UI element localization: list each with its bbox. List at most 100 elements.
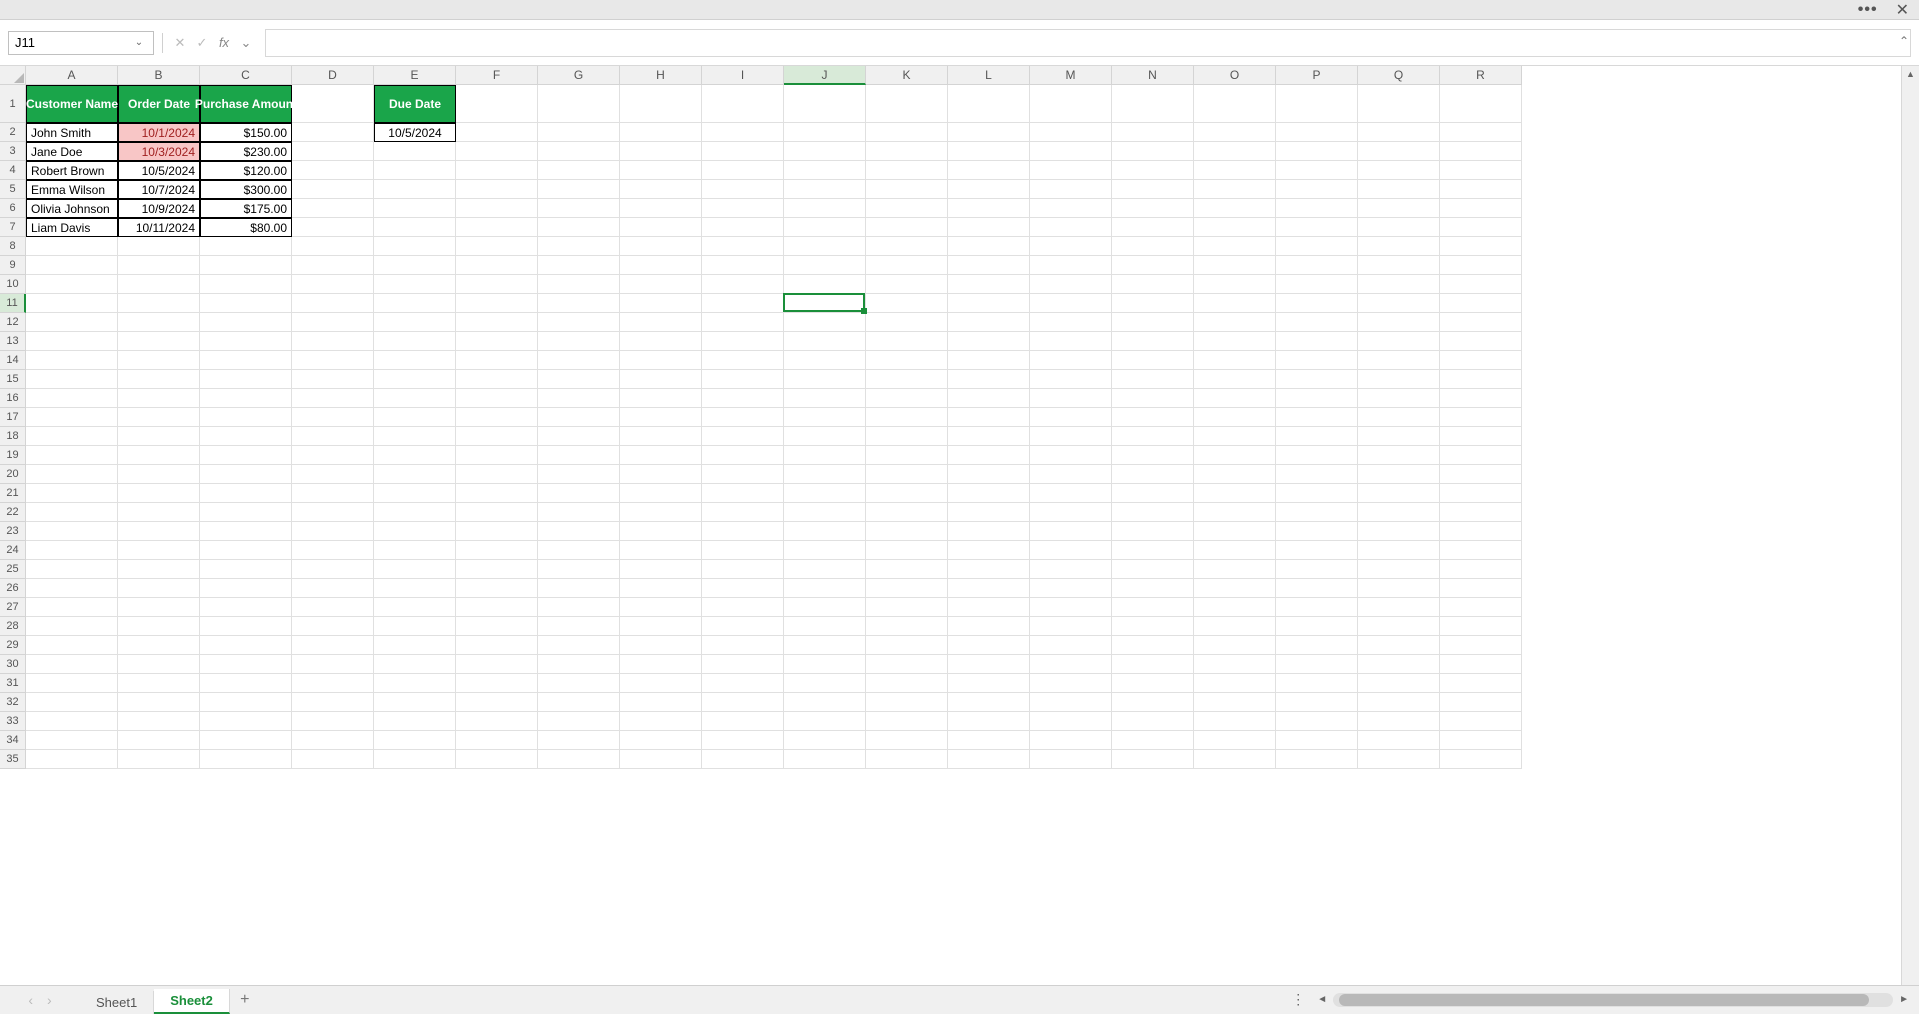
cell-J34[interactable] xyxy=(784,731,866,750)
cell-N16[interactable] xyxy=(1112,389,1194,408)
cell-L28[interactable] xyxy=(948,617,1030,636)
cell-Q19[interactable] xyxy=(1358,446,1440,465)
fx-dropdown-icon[interactable]: ⌄ xyxy=(237,34,255,52)
cell-R30[interactable] xyxy=(1440,655,1522,674)
cell-J20[interactable] xyxy=(784,465,866,484)
cell-R28[interactable] xyxy=(1440,617,1522,636)
cell-K3[interactable] xyxy=(866,142,948,161)
cell-R16[interactable] xyxy=(1440,389,1522,408)
cell-R27[interactable] xyxy=(1440,598,1522,617)
cell-E25[interactable] xyxy=(374,560,456,579)
cell-P34[interactable] xyxy=(1276,731,1358,750)
cell-N6[interactable] xyxy=(1112,199,1194,218)
cell-R12[interactable] xyxy=(1440,313,1522,332)
cell-C13[interactable] xyxy=(200,332,292,351)
column-header-M[interactable]: M xyxy=(1030,66,1112,85)
cell-I33[interactable] xyxy=(702,712,784,731)
cell-O15[interactable] xyxy=(1194,370,1276,389)
cell-D34[interactable] xyxy=(292,731,374,750)
cell-I10[interactable] xyxy=(702,275,784,294)
cell-N34[interactable] xyxy=(1112,731,1194,750)
cell-F26[interactable] xyxy=(456,579,538,598)
cell-O28[interactable] xyxy=(1194,617,1276,636)
cell-E7[interactable] xyxy=(374,218,456,237)
cell-H10[interactable] xyxy=(620,275,702,294)
cell-J1[interactable] xyxy=(784,85,866,123)
cell-N30[interactable] xyxy=(1112,655,1194,674)
cell-K2[interactable] xyxy=(866,123,948,142)
cell-D3[interactable] xyxy=(292,142,374,161)
cell-I34[interactable] xyxy=(702,731,784,750)
cell-H12[interactable] xyxy=(620,313,702,332)
cell-Q5[interactable] xyxy=(1358,180,1440,199)
cell-H14[interactable] xyxy=(620,351,702,370)
cell-N19[interactable] xyxy=(1112,446,1194,465)
cell-K32[interactable] xyxy=(866,693,948,712)
cell-A27[interactable] xyxy=(26,598,118,617)
cell-O26[interactable] xyxy=(1194,579,1276,598)
cell-G10[interactable] xyxy=(538,275,620,294)
cell-D17[interactable] xyxy=(292,408,374,427)
cell-O22[interactable] xyxy=(1194,503,1276,522)
cell-K35[interactable] xyxy=(866,750,948,769)
cell-P20[interactable] xyxy=(1276,465,1358,484)
cell-N4[interactable] xyxy=(1112,161,1194,180)
cell-D8[interactable] xyxy=(292,237,374,256)
cell-B33[interactable] xyxy=(118,712,200,731)
cell-amount-1[interactable]: $230.00 xyxy=(200,142,292,161)
cell-I27[interactable] xyxy=(702,598,784,617)
row-header-20[interactable]: 20 xyxy=(0,465,26,484)
cell-I32[interactable] xyxy=(702,693,784,712)
cell-D25[interactable] xyxy=(292,560,374,579)
cell-R2[interactable] xyxy=(1440,123,1522,142)
name-box[interactable] xyxy=(9,32,129,54)
cell-F25[interactable] xyxy=(456,560,538,579)
cell-L16[interactable] xyxy=(948,389,1030,408)
cell-M9[interactable] xyxy=(1030,256,1112,275)
cell-C17[interactable] xyxy=(200,408,292,427)
cell-K24[interactable] xyxy=(866,541,948,560)
cell-B19[interactable] xyxy=(118,446,200,465)
row-header-29[interactable]: 29 xyxy=(0,636,26,655)
cell-F34[interactable] xyxy=(456,731,538,750)
cell-O27[interactable] xyxy=(1194,598,1276,617)
cell-G20[interactable] xyxy=(538,465,620,484)
cell-M25[interactable] xyxy=(1030,560,1112,579)
cell-N13[interactable] xyxy=(1112,332,1194,351)
cell-M34[interactable] xyxy=(1030,731,1112,750)
cell-amount-3[interactable]: $300.00 xyxy=(200,180,292,199)
row-header-31[interactable]: 31 xyxy=(0,674,26,693)
cell-I29[interactable] xyxy=(702,636,784,655)
select-all-corner[interactable] xyxy=(0,66,26,85)
cell-Q27[interactable] xyxy=(1358,598,1440,617)
cell-L18[interactable] xyxy=(948,427,1030,446)
cell-M20[interactable] xyxy=(1030,465,1112,484)
cell-F19[interactable] xyxy=(456,446,538,465)
cell-M14[interactable] xyxy=(1030,351,1112,370)
cell-J15[interactable] xyxy=(784,370,866,389)
cell-K20[interactable] xyxy=(866,465,948,484)
cell-O5[interactable] xyxy=(1194,180,1276,199)
cell-C16[interactable] xyxy=(200,389,292,408)
cell-E10[interactable] xyxy=(374,275,456,294)
cell-M28[interactable] xyxy=(1030,617,1112,636)
column-header-F[interactable]: F xyxy=(456,66,538,85)
cell-I18[interactable] xyxy=(702,427,784,446)
cell-H30[interactable] xyxy=(620,655,702,674)
cell-I35[interactable] xyxy=(702,750,784,769)
cell-customer-4[interactable]: Olivia Johnson xyxy=(26,199,118,218)
cell-H21[interactable] xyxy=(620,484,702,503)
cell-A19[interactable] xyxy=(26,446,118,465)
column-header-H[interactable]: H xyxy=(620,66,702,85)
cell-P22[interactable] xyxy=(1276,503,1358,522)
cell-N24[interactable] xyxy=(1112,541,1194,560)
cell-P13[interactable] xyxy=(1276,332,1358,351)
cell-G15[interactable] xyxy=(538,370,620,389)
cell-E27[interactable] xyxy=(374,598,456,617)
cell-E8[interactable] xyxy=(374,237,456,256)
cell-A33[interactable] xyxy=(26,712,118,731)
cell-M27[interactable] xyxy=(1030,598,1112,617)
cell-A20[interactable] xyxy=(26,465,118,484)
cell-D26[interactable] xyxy=(292,579,374,598)
cell-L5[interactable] xyxy=(948,180,1030,199)
